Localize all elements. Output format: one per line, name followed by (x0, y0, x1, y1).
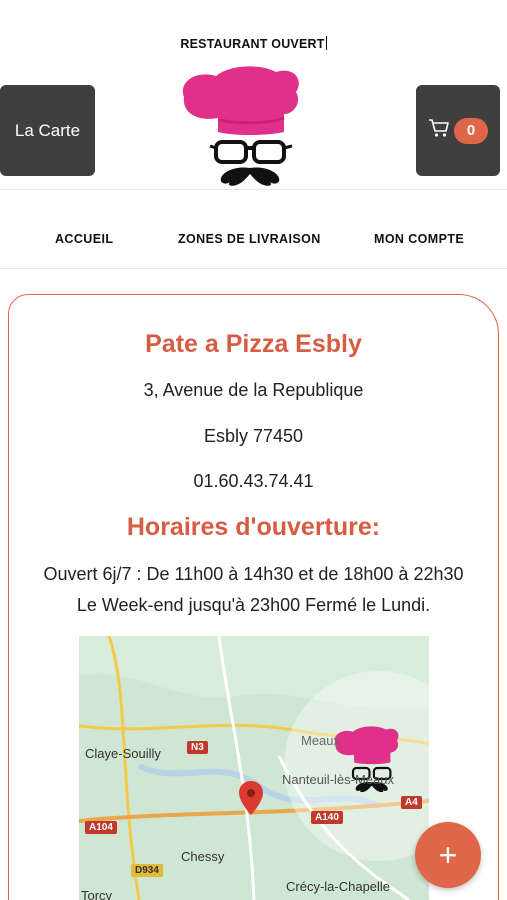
map-label-meaux: Meaux (301, 733, 341, 748)
road-tag-a104: A104 (85, 821, 117, 834)
road-tag-d934: D934 (131, 864, 163, 877)
map-label-claye-souilly: Claye-Souilly (85, 746, 161, 761)
nav-divider (0, 268, 507, 269)
restaurant-status: RESTAURANT OUVERT (180, 36, 327, 51)
chef-logo[interactable] (176, 62, 306, 190)
cart-count-badge: 0 (454, 117, 488, 144)
hours-line-2: Le Week-end jusqu'à 23h00 Fermé le Lundi… (76, 595, 431, 615)
nav-accueil[interactable]: ACCUEIL (55, 232, 113, 246)
road-tag-a140: A140 (311, 811, 343, 824)
restaurant-city: Esbly 77450 (203, 426, 304, 446)
location-map[interactable]: Claye-Souilly Meaux Nanteuil-lès-Meaux C… (79, 636, 429, 900)
map-label-crecy: Crécy-la-Chapelle (286, 879, 391, 894)
map-label-torcy: Torcy (81, 888, 113, 900)
la-carte-button[interactable]: La Carte (0, 85, 95, 176)
hours-line-1: Ouvert 6j/7 : De 11h00 à 14h30 et de 18h… (43, 564, 464, 584)
nav-mon-compte[interactable]: MON COMPTE (374, 232, 464, 246)
restaurant-phone[interactable]: 01.60.43.74.41 (0, 471, 507, 492)
restaurant-address: 3, Avenue de la Republique (143, 380, 364, 400)
nav-zones-de-livraison[interactable]: ZONES DE LIVRAISON (178, 232, 321, 246)
cart-icon (428, 118, 450, 143)
add-fab-button[interactable]: + (415, 822, 481, 888)
map-label-nanteuil: Nanteuil-lès-Meaux (282, 772, 394, 787)
header-divider (0, 189, 507, 190)
map-label-chessy: Chessy (181, 849, 225, 864)
road-tag-a4: A4 (401, 796, 422, 809)
road-tag-n3: N3 (187, 741, 208, 754)
restaurant-name: Pate a Pizza Esbly (145, 330, 362, 358)
hours-title: Horaires d'ouverture: (126, 513, 381, 541)
main-nav: ACCUEIL ZONES DE LIVRAISON MON COMPTE (0, 232, 507, 252)
cart-button[interactable]: 0 (416, 85, 500, 176)
